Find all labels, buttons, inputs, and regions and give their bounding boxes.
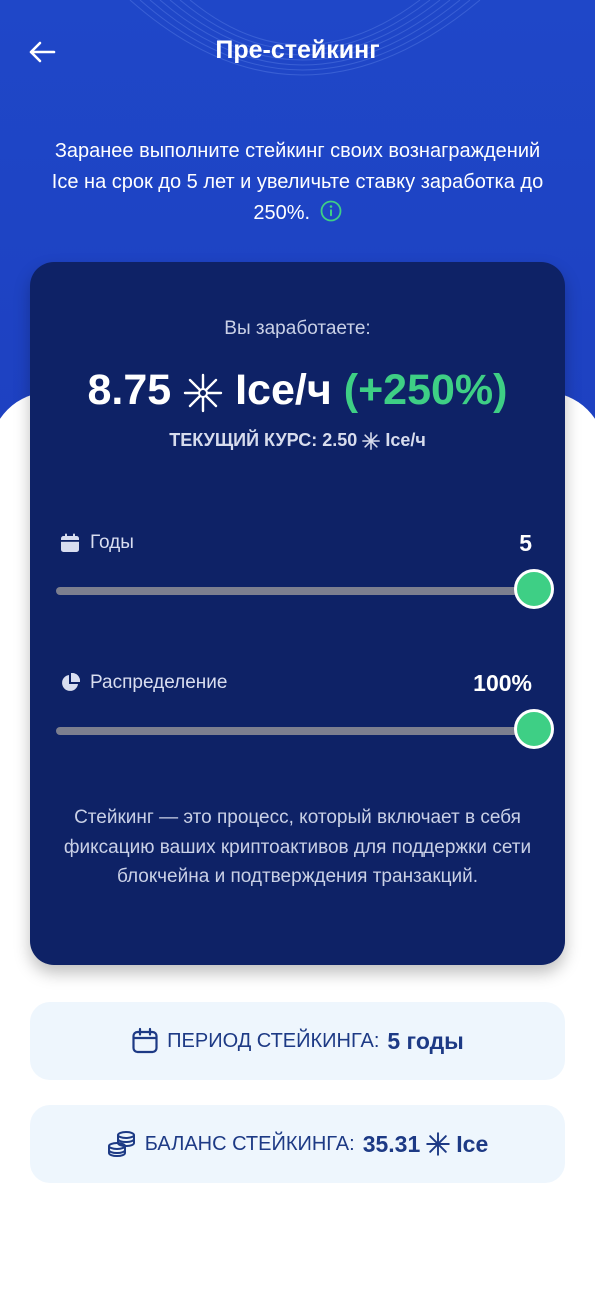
period-label: ПЕРИОД СТЕЙКИНГА: <box>167 1029 380 1052</box>
staking-description: Стейкинг — это процесс, который включает… <box>63 807 532 887</box>
calendar-icon <box>132 1027 158 1054</box>
years-slider-thumb[interactable] <box>514 569 554 609</box>
earn-amount: 8.75 <box>87 366 172 414</box>
years-label-row: Годы <box>60 529 134 557</box>
balance-value: 35.31 <box>362 1130 421 1157</box>
staking-period-pill: ПЕРИОД СТЕЙКИНГА: 5 годы <box>30 1002 565 1080</box>
app-header: Пре-стейкинг <box>0 22 595 82</box>
ice-token-icon <box>362 432 381 451</box>
earn-label: Вы заработаете: <box>224 318 371 339</box>
years-value: 5 <box>519 530 532 556</box>
calendar-icon <box>61 533 79 552</box>
current-rate: ТЕКУЩИЙ КУРС: 2.50 Ice/ч <box>30 430 565 451</box>
coins-icon <box>107 1131 135 1158</box>
distribution-label: Распределение <box>90 672 228 693</box>
distribution-slider-track[interactable] <box>56 727 534 735</box>
earn-unit: Ice/ч <box>235 366 332 414</box>
distribution-label-row: Распределение <box>60 669 227 697</box>
earn-percent: (+250%) <box>343 366 508 414</box>
ice-token-icon <box>183 373 223 412</box>
years-slider-block: Годы 5 <box>56 529 554 619</box>
period-value: 5 годы <box>387 1027 464 1054</box>
balance-value-wrap: 35.31 Ice <box>363 1131 489 1158</box>
distribution-slider-thumb[interactable] <box>514 709 554 749</box>
balance-label: БАЛАНС СТЕЙКИНГА: <box>144 1132 355 1155</box>
intro-text-block: Заранее выполните стейкинг своих вознагр… <box>40 136 555 232</box>
ice-token-icon <box>426 1132 451 1156</box>
balance-unit: Ice <box>456 1130 489 1157</box>
rate-unit: Ice/ч <box>385 430 426 450</box>
years-label: Годы <box>90 532 134 553</box>
rate-label: ТЕКУЩИЙ КУРС: 2.50 <box>169 430 358 450</box>
years-slider-track[interactable] <box>56 587 534 595</box>
page-title: Пре-стейкинг <box>215 36 380 64</box>
intro-text: Заранее выполните стейкинг своих вознагр… <box>51 140 544 224</box>
distribution-slider-block: Распределение 100% <box>56 669 554 759</box>
distribution-value: 100% <box>473 670 532 696</box>
pie-chart-icon <box>62 673 80 691</box>
info-icon[interactable] <box>320 200 342 232</box>
staking-balance-pill: БАЛАНС СТЕЙКИНГА: 35.31 Ice <box>30 1105 565 1183</box>
earn-value: 8.75 Ice/ч (+250%) <box>30 366 565 415</box>
earnings-card: Вы заработаете: 8.75 Ice/ч (+250%) ТЕКУЩ… <box>30 262 565 965</box>
